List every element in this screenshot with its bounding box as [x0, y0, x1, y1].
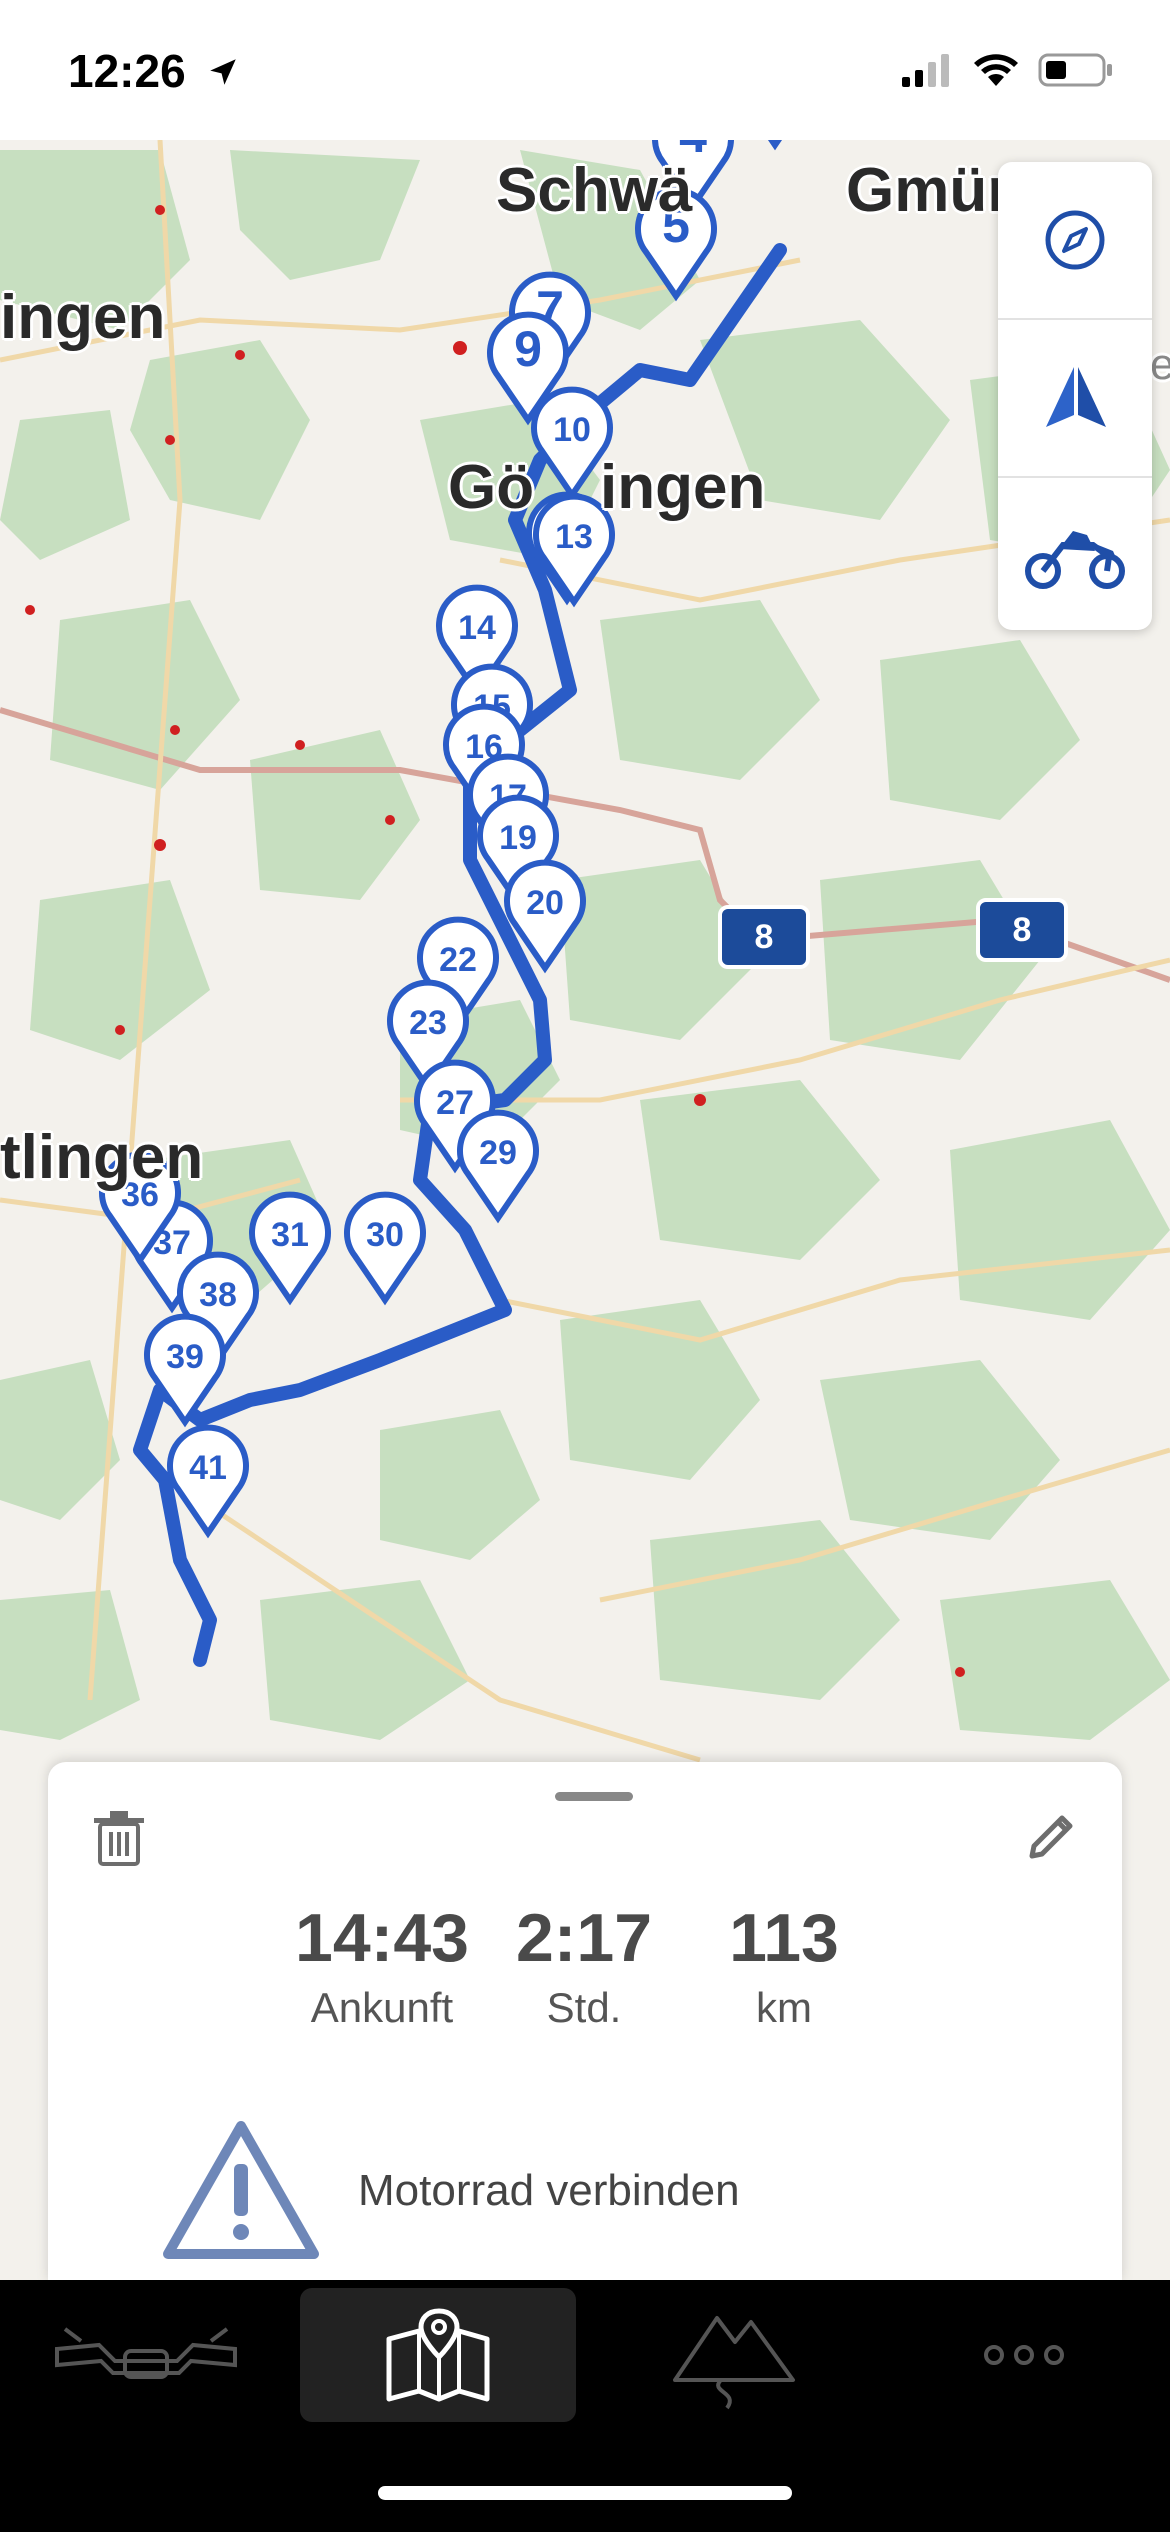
waypoint-number: 41	[189, 1449, 227, 1487]
connect-motorcycle-text: Motorrad verbinden	[358, 2166, 740, 2215]
status-indicators	[902, 52, 1114, 88]
waypoint-number: 14	[458, 609, 496, 647]
tab-map[interactable]	[300, 2288, 576, 2422]
tab-dashboard[interactable]	[8, 2288, 284, 2422]
connect-motorcycle-row[interactable]: Motorrad verbinden	[160, 2118, 740, 2264]
distance-stat: 113 km	[664, 1904, 904, 2032]
highway-shield-a8-left: 8	[718, 905, 810, 969]
status-bar: 12:26	[0, 0, 1170, 140]
waypoint-number: 20	[526, 884, 564, 922]
highway-shield-text: 8	[754, 917, 774, 956]
motorcycle-icon	[1025, 531, 1125, 589]
map-label-goeppingen-1: Gö	[448, 453, 535, 522]
pencil-icon	[1029, 1815, 1073, 1859]
cellular-signal-icon	[902, 54, 949, 87]
location-arrow-icon	[210, 59, 237, 85]
waypoint-number: 30	[366, 1216, 404, 1254]
motorcycle-profile-button[interactable]	[998, 478, 1152, 634]
more-icon	[984, 2345, 1064, 2365]
clock-text: 12:26	[68, 45, 186, 97]
navigation-arrow-icon	[1046, 367, 1106, 427]
status-time: 12:26	[68, 44, 240, 98]
tab-more[interactable]	[886, 2288, 1162, 2422]
waypoint-number: 23	[409, 1004, 447, 1042]
waypoint-number: 29	[479, 1134, 517, 1172]
compass-button[interactable]	[998, 162, 1152, 320]
warning-triangle-icon	[163, 2121, 319, 2259]
home-indicator	[378, 2486, 792, 2500]
distance-value: 113	[729, 1900, 839, 1976]
tab-routes[interactable]	[596, 2288, 872, 2422]
highway-shield-text: 8	[1012, 910, 1032, 949]
mountain-road-icon	[673, 2316, 795, 2410]
map-label-schwaebisch-gmuend-1: Schwä	[496, 156, 693, 225]
highway-shield-a8-right: 8	[976, 898, 1068, 962]
map-label-ingen: ingen	[0, 283, 166, 352]
waypoint-number: 27	[436, 1084, 474, 1122]
map-icon	[386, 2308, 490, 2402]
map-label-edge-letter: e	[1150, 340, 1170, 389]
waypoint-number: 31	[271, 1216, 309, 1254]
map-label-nuertingen: tlingen	[0, 1123, 204, 1192]
waypoint-number: 39	[166, 1338, 204, 1376]
waypoint-number: 38	[199, 1276, 237, 1314]
handlebar-icon	[55, 2327, 237, 2379]
card-drag-handle[interactable]	[555, 1792, 633, 1801]
wifi-icon	[974, 54, 1018, 86]
map-label-goeppingen-2: ingen	[600, 453, 766, 522]
waypoint-number: 19	[499, 819, 537, 857]
trash-icon	[94, 1811, 144, 1866]
waypoint-number: 9	[514, 321, 542, 377]
compass-icon	[1045, 210, 1105, 270]
navigation-mode-button[interactable]	[998, 320, 1152, 478]
distance-label: km	[756, 1984, 812, 2031]
waypoint-number: 10	[553, 411, 591, 449]
map-controls-panel	[998, 162, 1152, 630]
route-summary-card: 14:43 Ankunft 2:17 Std. 113 km Motorrad …	[48, 1762, 1122, 2282]
waypoint-number: 13	[555, 518, 593, 556]
edit-route-button[interactable]	[1024, 1810, 1078, 1871]
battery-icon	[1038, 53, 1112, 87]
delete-route-button[interactable]	[92, 1810, 146, 1871]
waypoint-number: 22	[439, 941, 477, 979]
